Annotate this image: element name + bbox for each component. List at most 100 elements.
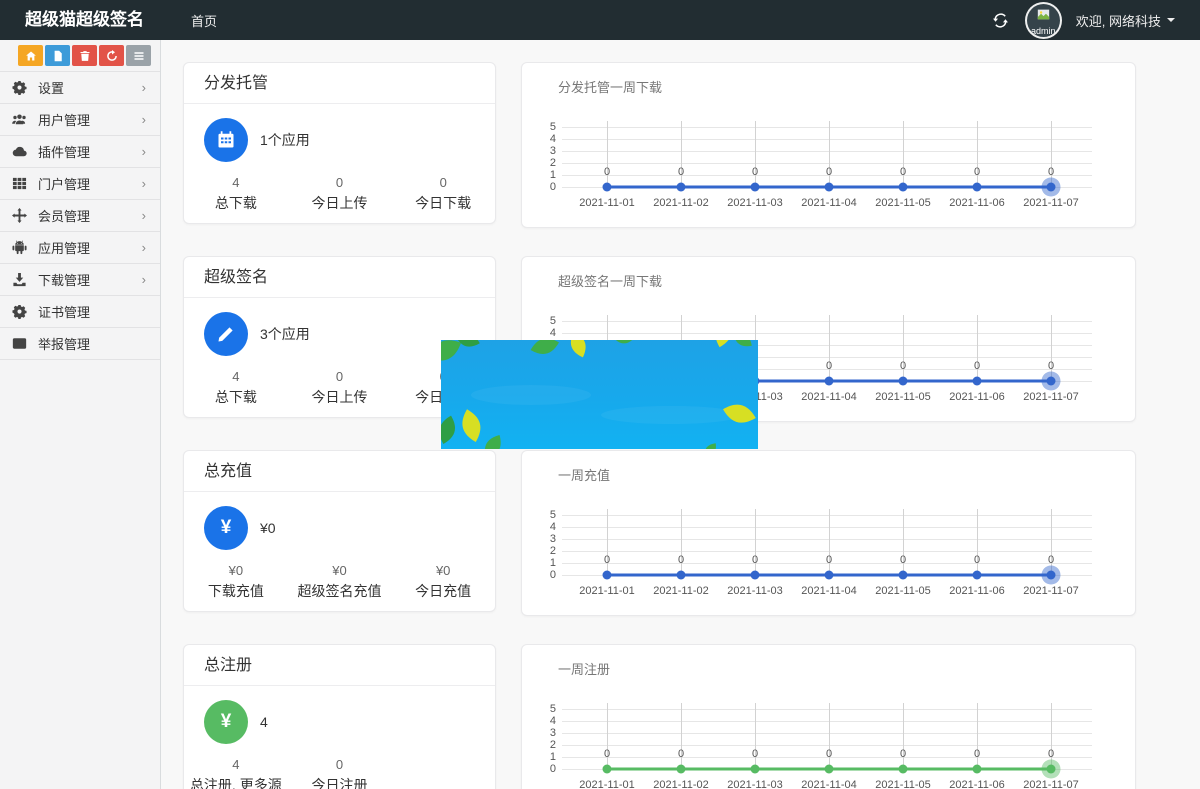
data-point[interactable] xyxy=(825,377,834,386)
quick-trash-button[interactable] xyxy=(72,45,97,66)
stat-card-stats: ¥0下载充值¥0超级签名充值¥0今日充值 xyxy=(184,563,495,601)
sidebar-item-label: 证书管理 xyxy=(38,302,146,321)
stat-label: 今日上传 xyxy=(288,387,392,407)
yuan-symbol: ¥ xyxy=(221,711,232,733)
data-point[interactable] xyxy=(677,183,686,192)
data-point[interactable] xyxy=(677,571,686,580)
data-point[interactable] xyxy=(1047,571,1056,580)
dashboard-row: 分发托管1个应用4总下载0今日上传0今日下载分发托管一周下载0123450202… xyxy=(183,62,1136,228)
data-point[interactable] xyxy=(1047,765,1056,774)
quick-recycle-button[interactable] xyxy=(99,45,124,66)
sidebar-item-downloads[interactable]: 下载管理› xyxy=(0,264,160,296)
download-icon xyxy=(12,272,29,288)
promo-banner-image xyxy=(441,340,758,449)
nav-item-home[interactable]: 首页 xyxy=(191,11,217,30)
stat-card-body: ¥¥0¥0下载充值¥0超级签名充值¥0今日充值 xyxy=(184,492,495,611)
stat-card-body: ¥44总注册, 更多源0今日注册 xyxy=(184,686,495,789)
data-point[interactable] xyxy=(751,765,760,774)
stat-card-title: 总注册 xyxy=(184,645,495,686)
app-brand[interactable]: 超级猫超级签名 xyxy=(0,0,161,40)
stat-column: 4总下载 xyxy=(184,175,288,213)
sidebar-item-label: 用户管理 xyxy=(38,110,142,129)
sidebar-item-settings[interactable]: 设置› xyxy=(0,72,160,104)
leaf-shape xyxy=(708,340,739,347)
welcome-text: 欢迎, 网络科技 xyxy=(1076,11,1161,30)
users-icon xyxy=(12,112,29,128)
data-point[interactable] xyxy=(899,571,908,580)
data-point[interactable] xyxy=(973,571,982,580)
refresh-icon[interactable] xyxy=(993,11,1011,29)
sidebar-item-portal[interactable]: 门户管理› xyxy=(0,168,160,200)
data-point[interactable] xyxy=(899,765,908,774)
sidebar-item-plugins[interactable]: 插件管理› xyxy=(0,136,160,168)
data-point[interactable] xyxy=(825,571,834,580)
stat-card-headline: ¥0 xyxy=(260,506,276,550)
data-point[interactable] xyxy=(973,765,982,774)
leaves-decoration xyxy=(441,340,758,449)
chart-card-distribution-week: 分发托管一周下载01234502021-11-0102021-11-020202… xyxy=(521,62,1136,228)
leaf-shape xyxy=(455,409,488,442)
data-point[interactable] xyxy=(973,183,982,192)
chevron-right-icon: › xyxy=(142,240,146,255)
data-point[interactable] xyxy=(1047,377,1056,386)
gears-icon xyxy=(12,80,29,96)
avatar[interactable]: admin xyxy=(1027,4,1060,37)
leaf-shape xyxy=(441,340,461,367)
stat-value: 0 xyxy=(288,175,392,190)
stat-card-headline: 3个应用 xyxy=(260,312,310,356)
stat-value: 0 xyxy=(288,369,392,384)
sidebar-item-members[interactable]: 会员管理› xyxy=(0,200,160,232)
line-series xyxy=(522,63,1138,229)
chevron-right-icon: › xyxy=(142,176,146,191)
stat-column: 0 今日上传 xyxy=(288,369,392,407)
data-point[interactable] xyxy=(973,377,982,386)
sidebar-item-reports[interactable]: 举报管理 xyxy=(0,328,160,360)
quick-list-button[interactable] xyxy=(126,45,151,66)
stat-card-title: 总充值 xyxy=(184,451,495,492)
data-point[interactable] xyxy=(1047,183,1056,192)
chevron-right-icon: › xyxy=(142,80,146,95)
quick-home-button[interactable] xyxy=(18,45,43,66)
stat-card-stats: 4总注册, 更多源0今日注册 xyxy=(184,757,495,789)
sidebar-item-label: 下载管理 xyxy=(38,270,142,289)
stat-value: 4 xyxy=(184,175,288,190)
sidebar-item-apps[interactable]: 应用管理› xyxy=(0,232,160,264)
data-point[interactable] xyxy=(677,765,686,774)
stat-value: ¥0 xyxy=(288,563,392,578)
sidebar-item-certificates[interactable]: 证书管理 xyxy=(0,296,160,328)
grid-icon xyxy=(12,176,29,192)
stat-card-recharge: 总充值¥¥0¥0下载充值¥0超级签名充值¥0今日充值 xyxy=(183,450,496,612)
sidebar-item-users[interactable]: 用户管理› xyxy=(0,104,160,136)
leaf-shape xyxy=(703,443,717,449)
stat-column: 4总注册, 更多源 xyxy=(184,757,288,789)
data-point[interactable] xyxy=(603,571,612,580)
stat-value: ¥0 xyxy=(391,563,495,578)
data-point[interactable] xyxy=(899,183,908,192)
user-menu[interactable]: 欢迎, 网络科技 xyxy=(1076,11,1175,30)
data-point[interactable] xyxy=(603,183,612,192)
data-point[interactable] xyxy=(825,765,834,774)
stat-column: ¥0下载充值 xyxy=(184,563,288,601)
leaf-shape xyxy=(723,397,756,430)
stat-label: 下载充值 xyxy=(184,581,288,601)
data-point[interactable] xyxy=(751,571,760,580)
stat-card-register: 总注册¥44总注册, 更多源0今日注册 xyxy=(183,644,496,789)
stat-label: 总注册, 更多源 xyxy=(184,775,288,789)
data-point[interactable] xyxy=(603,765,612,774)
yuan-icon: ¥ xyxy=(204,506,248,550)
leaf-shape xyxy=(531,340,559,360)
line-series xyxy=(522,645,1138,789)
data-point[interactable] xyxy=(751,183,760,192)
stat-column: 0今日下载 xyxy=(391,175,495,213)
sidebar-item-label: 举报管理 xyxy=(38,334,146,353)
leaf-shape xyxy=(565,340,591,357)
move-icon xyxy=(12,208,29,224)
sidebar-item-label: 应用管理 xyxy=(38,238,142,257)
data-point[interactable] xyxy=(899,377,908,386)
trash-icon xyxy=(79,50,91,62)
stat-value: 0 xyxy=(391,175,495,190)
stat-card-title: 超级签名 xyxy=(184,257,495,298)
sidebar: 设置›用户管理›插件管理›门户管理›会员管理›应用管理›下载管理›证书管理举报管… xyxy=(0,40,161,789)
data-point[interactable] xyxy=(825,183,834,192)
quick-file-button[interactable] xyxy=(45,45,70,66)
